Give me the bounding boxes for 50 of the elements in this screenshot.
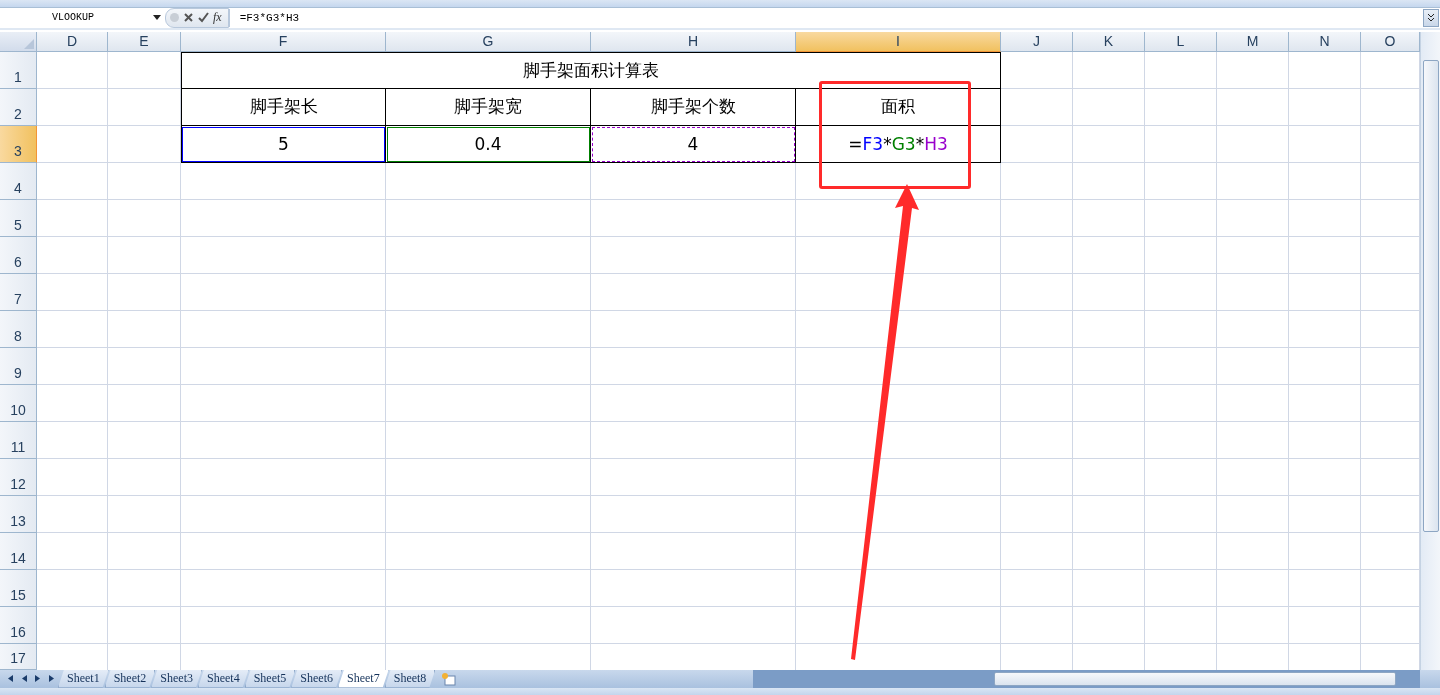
row-header[interactable]: 11 — [0, 421, 37, 459]
row-header[interactable]: 7 — [0, 273, 37, 311]
caret-icon — [153, 15, 161, 21]
column-header[interactable]: J — [1001, 31, 1073, 52]
table-cell[interactable]: 4 — [591, 125, 796, 163]
row-header[interactable]: 14 — [0, 532, 37, 570]
column-heading: 脚手架长 — [181, 88, 386, 126]
row-header[interactable]: 16 — [0, 606, 37, 644]
column-header[interactable]: I — [796, 31, 1001, 52]
insert-function-button[interactable]: fx — [213, 10, 222, 26]
vertical-scrollbar[interactable] — [1420, 31, 1440, 670]
row-header[interactable]: 3 — [0, 125, 37, 163]
row-header[interactable]: 13 — [0, 495, 37, 533]
column-header[interactable]: M — [1217, 31, 1289, 52]
table-cell[interactable]: 5 — [181, 125, 386, 163]
row-header[interactable]: 4 — [0, 162, 37, 200]
column-heading: 脚手架个数 — [591, 88, 796, 126]
scroll-thumb[interactable] — [1422, 59, 1439, 532]
column-header[interactable]: O — [1361, 31, 1420, 52]
row-header[interactable]: 17 — [0, 643, 37, 670]
row-header[interactable]: 2 — [0, 88, 37, 126]
circle-icon — [170, 13, 179, 23]
expand-button[interactable] — [1423, 8, 1439, 27]
chevron-icon — [1427, 13, 1435, 23]
row-header[interactable]: 9 — [0, 347, 37, 385]
row-header[interactable]: 12 — [0, 458, 37, 496]
column-header[interactable]: H — [591, 31, 796, 52]
row-header[interactable]: 5 — [0, 199, 37, 237]
row-header[interactable]: 10 — [0, 384, 37, 422]
row-header[interactable]: 6 — [0, 236, 37, 274]
row-header[interactable]: 1 — [0, 51, 37, 89]
column-header[interactable]: G — [386, 31, 591, 52]
column-header[interactable]: N — [1289, 31, 1361, 52]
column-header[interactable]: F — [181, 31, 386, 52]
column-header[interactable]: E — [108, 31, 181, 52]
column-header[interactable]: K — [1073, 31, 1145, 52]
table-title: 脚手架面积计算表 — [181, 51, 1001, 89]
close-icon[interactable] — [183, 12, 194, 24]
check-icon[interactable] — [198, 12, 209, 24]
column-header[interactable]: L — [1145, 31, 1217, 52]
scroll-thumb[interactable] — [994, 671, 1396, 686]
formula-cell[interactable]: =F3*G3*H3 — [796, 125, 1001, 163]
row-header[interactable]: 15 — [0, 569, 37, 607]
table-cell[interactable]: 0.4 — [386, 125, 591, 163]
column-header[interactable]: D — [37, 31, 108, 52]
name-box[interactable]: VLOOKUP — [0, 8, 165, 27]
row-header[interactable]: 8 — [0, 310, 37, 348]
column-heading: 脚手架宽 — [386, 88, 591, 126]
column-heading: 面积 — [796, 88, 1001, 126]
corner-triangle-icon — [24, 38, 34, 49]
